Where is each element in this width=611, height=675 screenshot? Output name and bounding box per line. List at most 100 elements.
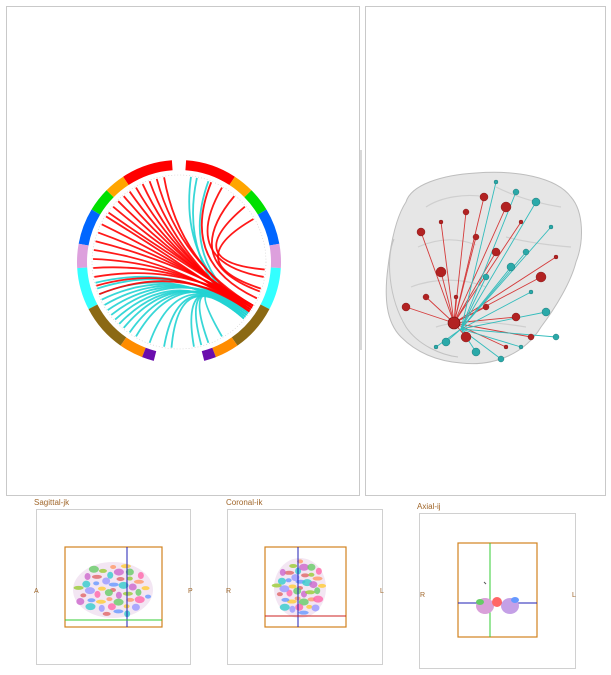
brain-node-red[interactable]: [491, 247, 501, 257]
brain-node-cyan[interactable]: [497, 355, 505, 363]
panel-splitter[interactable]: [360, 150, 362, 350]
brain-node-red[interactable]: [511, 312, 521, 322]
brain-node-red[interactable]: [472, 233, 480, 241]
brain-node-red[interactable]: [518, 219, 524, 225]
ring-segment-left-5: [77, 267, 98, 310]
parcel-region: [122, 591, 133, 596]
brain-node-red[interactable]: [527, 333, 535, 341]
brain-node-red[interactable]: [422, 293, 430, 301]
parcel-region: [311, 604, 320, 612]
brain-node-cyan[interactable]: [471, 347, 481, 357]
parcel-region: [314, 587, 321, 595]
brain-node-red[interactable]: [482, 303, 490, 311]
ring-segment-right-0: [185, 160, 235, 186]
parcel-region: [87, 598, 96, 603]
brain-node-red[interactable]: [460, 331, 472, 343]
sagittal-view[interactable]: A P: [34, 509, 193, 665]
parcel-region: [115, 591, 122, 599]
brain-node-cyan[interactable]: [512, 188, 520, 196]
coronal-title: Coronal-ik: [226, 498, 263, 507]
brain-node-red[interactable]: [416, 227, 426, 237]
brain-node-red[interactable]: [438, 219, 444, 225]
parcel-region: [91, 574, 102, 579]
brain-3d-view[interactable]: [365, 6, 606, 496]
parcel-region: [276, 592, 283, 597]
ring-segment-right-5: [260, 267, 281, 310]
parcel-region: [137, 572, 144, 580]
parcel-region: [102, 611, 111, 616]
parcel-region: [98, 604, 105, 612]
parcel-region: [73, 585, 84, 590]
parcel-region: [289, 605, 296, 613]
brain-node-red[interactable]: [435, 266, 447, 278]
parcel-region: [285, 578, 292, 583]
axial-right-label: L: [572, 592, 576, 599]
brain-3d-render: [385, 171, 582, 365]
parcel-region: [301, 573, 310, 578]
parcel-region: [98, 568, 107, 573]
brain-node-cyan[interactable]: [506, 262, 516, 272]
brain-node-red[interactable]: [401, 302, 411, 312]
parcel-region: [84, 587, 95, 595]
connectogram-panel[interactable]: [6, 6, 360, 496]
connection-link: [210, 195, 261, 293]
parcel-region: [288, 584, 297, 589]
parcel-region: [279, 603, 290, 611]
connectogram-links: [93, 176, 265, 348]
parcel-region: [135, 588, 142, 596]
axial-view[interactable]: R L: [419, 513, 576, 669]
axial-slice: [457, 542, 538, 638]
connection-link: [215, 206, 265, 271]
brain-node-cyan[interactable]: [552, 333, 560, 341]
parcel-region: [277, 577, 286, 585]
coronal-slice: [264, 546, 347, 628]
brain-node-red[interactable]: [553, 254, 559, 260]
brain-node-cyan[interactable]: [541, 307, 551, 317]
brain-node-cyan[interactable]: [482, 273, 490, 281]
parcel-region: [289, 563, 298, 568]
parcel-region: [93, 581, 100, 586]
parcel-region: [293, 587, 302, 595]
brain-node-cyan[interactable]: [433, 344, 439, 350]
brain-node-cyan[interactable]: [493, 179, 499, 185]
sagittal-right-label: P: [188, 588, 193, 595]
parcel-region: [281, 597, 290, 602]
coronal-view[interactable]: R L: [226, 509, 384, 665]
axial-title: Axial-ij: [417, 502, 441, 511]
brain-node-red[interactable]: [479, 192, 489, 202]
parcel-region: [279, 568, 286, 576]
brain-node-cyan[interactable]: [531, 197, 541, 207]
parcel-region: [305, 590, 316, 595]
parcel-region: [126, 576, 133, 581]
parcel-region: [307, 563, 316, 571]
parcel-region: [97, 586, 106, 591]
parcel-region: [312, 576, 323, 581]
parcel-region: [94, 590, 101, 598]
ring-segment-right-4: [269, 243, 282, 269]
brain-node-cyan[interactable]: [518, 344, 524, 350]
parcel-region: [306, 604, 313, 609]
parcel-region: [131, 603, 140, 611]
brain-node-red[interactable]: [503, 344, 509, 350]
brain-node-cyan[interactable]: [548, 224, 554, 230]
ring-segment-left-7: [120, 337, 146, 358]
parcel-region: [76, 597, 85, 605]
parcel-region: [85, 603, 96, 611]
brain-node-cyan[interactable]: [441, 337, 451, 347]
brain-node-cyan[interactable]: [528, 289, 534, 295]
brain-node-cyan[interactable]: [522, 248, 530, 256]
brain-node-red[interactable]: [453, 294, 459, 300]
parcel-region: [113, 609, 124, 614]
brain-node-red[interactable]: [535, 271, 547, 283]
parcel-region: [110, 564, 117, 569]
brain-node-red[interactable]: [462, 208, 470, 216]
parcel-region: [107, 571, 114, 579]
brain-hub-node[interactable]: [447, 316, 461, 330]
axial-left-label: R: [420, 592, 426, 599]
sagittal-slice: [64, 546, 163, 628]
parcel-region: [271, 583, 282, 588]
parcel-region: [104, 589, 113, 597]
parcel-region: [102, 577, 111, 585]
brain-node-red[interactable]: [500, 201, 512, 213]
parcel-region: [80, 593, 87, 598]
